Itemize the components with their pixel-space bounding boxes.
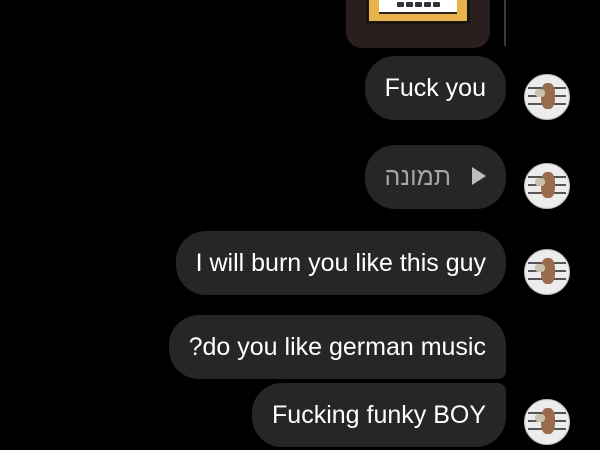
message-bubble[interactable]: Fucking funky BOY: [252, 383, 506, 447]
sender-avatar[interactable]: [524, 399, 570, 445]
amplifier-grille: [379, 0, 457, 14]
message-bubble[interactable]: I will burn you like this guy: [175, 231, 506, 295]
sender-avatar[interactable]: [524, 74, 570, 120]
amplifier-image: [366, 0, 470, 24]
message-text: Fucking funky BOY: [272, 401, 486, 429]
message-bubble[interactable]: ?do you like german music: [168, 315, 506, 379]
photo-label: תמונה: [384, 163, 452, 191]
message-bubble[interactable]: Fuck you: [364, 56, 506, 120]
divider: [504, 0, 506, 46]
photo-message-bubble[interactable]: תמונה: [364, 145, 506, 209]
message-text: Fuck you: [384, 74, 486, 102]
sender-avatar[interactable]: [524, 163, 570, 209]
play-icon: [472, 167, 486, 186]
message-text: I will burn you like this guy: [195, 249, 486, 277]
message-text: ?do you like german music: [188, 333, 486, 361]
sender-avatar[interactable]: [524, 249, 570, 295]
image-message[interactable]: [346, 0, 490, 48]
